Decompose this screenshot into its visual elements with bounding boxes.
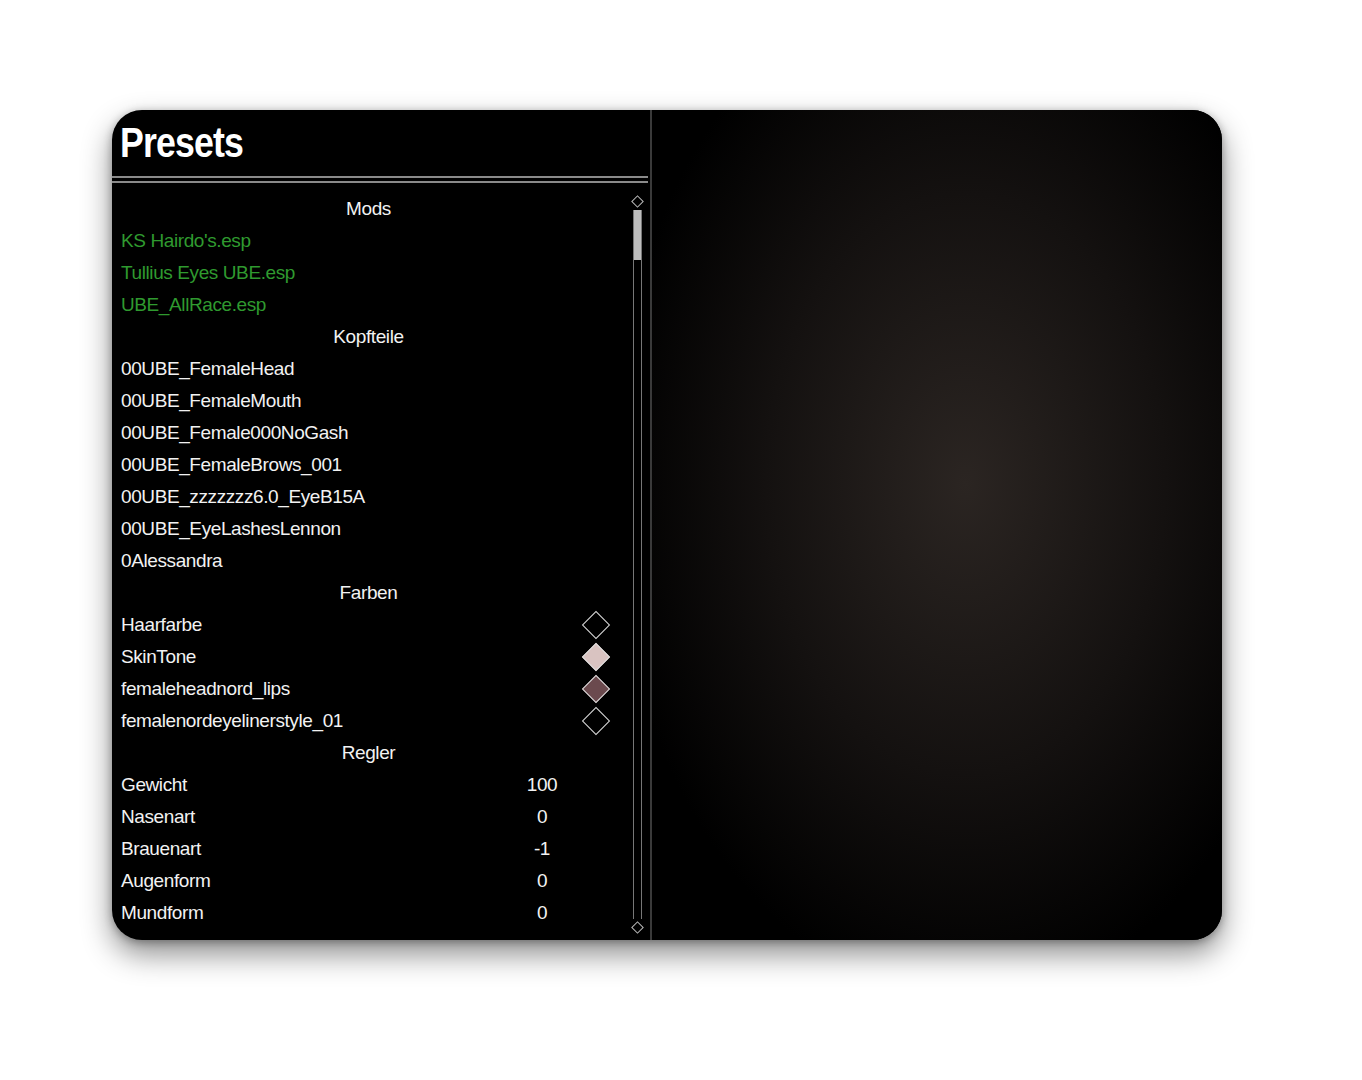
slider-label: Augenform <box>121 870 512 892</box>
section-header: Farben <box>121 577 626 609</box>
color-swatch[interactable] <box>582 611 610 639</box>
color-row[interactable]: Haarfarbe <box>121 609 626 641</box>
color-row[interactable]: femaleheadnord_lips <box>121 673 626 705</box>
section-title: Regler <box>342 742 396 764</box>
scrollbar[interactable] <box>630 193 644 940</box>
mod-row[interactable]: Tullius Eyes UBE.esp <box>121 257 626 289</box>
section-title: Kopfteile <box>333 326 403 348</box>
color-label: femalenordeyelinerstyle_01 <box>121 710 586 732</box>
color-row[interactable]: SkinTone <box>121 641 626 673</box>
slider-row[interactable]: Augenform0 <box>121 865 626 897</box>
slider-label: Mundform <box>121 902 512 924</box>
slider-value: 0 <box>512 806 572 828</box>
part-label: 00UBE_FemaleBrows_001 <box>121 454 626 476</box>
color-label: SkinTone <box>121 646 586 668</box>
color-swatch[interactable] <box>582 643 610 671</box>
color-label: Haarfarbe <box>121 614 586 636</box>
slider-label: Nasenart <box>121 806 512 828</box>
header: Presets <box>112 110 650 176</box>
header-rule <box>112 181 648 183</box>
color-swatch[interactable] <box>582 675 610 703</box>
part-row[interactable]: 00UBE_FemaleMouth <box>121 385 626 417</box>
part-row[interactable]: 00UBE_FemaleBrows_001 <box>121 449 626 481</box>
part-label: 0Alessandra <box>121 550 626 572</box>
part-label: 00UBE_FemaleHead <box>121 358 626 380</box>
slider-value: 100 <box>512 774 572 796</box>
slider-row[interactable]: Mundform0 <box>121 897 626 929</box>
presets-panel: Presets Mods KS Hairdo's.esp Tullius Eyes … <box>112 110 652 940</box>
color-label: femaleheadnord_lips <box>121 678 586 700</box>
slider-row[interactable]: Brauenart-1 <box>121 833 626 865</box>
character-preview[interactable] <box>652 110 1222 940</box>
slider-label: Brauenart <box>121 838 512 860</box>
part-label: 00UBE_zzzzzzz6.0_EyeB15A <box>121 486 626 508</box>
part-row[interactable]: 00UBE_Female000NoGash <box>121 417 626 449</box>
slider-value: 0 <box>512 902 572 924</box>
color-swatch[interactable] <box>582 707 610 735</box>
mod-label: UBE_AllRace.esp <box>121 294 626 316</box>
section-title: Mods <box>346 198 391 220</box>
racemenu-panel: Presets Mods KS Hairdo's.esp Tullius Eyes … <box>112 110 1222 940</box>
list-area: Mods KS Hairdo's.esp Tullius Eyes UBE.esp U… <box>112 183 650 940</box>
part-row[interactable]: 00UBE_EyeLashesLennon <box>121 513 626 545</box>
scroll-up-icon[interactable] <box>631 195 644 208</box>
section-header: Regler <box>121 737 626 769</box>
scroll-thumb[interactable] <box>634 210 641 260</box>
part-row[interactable]: 00UBE_FemaleHead <box>121 353 626 385</box>
slider-label: Gewicht <box>121 774 512 796</box>
part-row[interactable]: 00UBE_zzzzzzz6.0_EyeB15A <box>121 481 626 513</box>
mod-row[interactable]: UBE_AllRace.esp <box>121 289 626 321</box>
panel-title: Presets <box>120 114 243 172</box>
part-label: 00UBE_EyeLashesLennon <box>121 518 626 540</box>
slider-value: -1 <box>512 838 572 860</box>
mod-label: Tullius Eyes UBE.esp <box>121 262 626 284</box>
header-rule <box>112 176 648 178</box>
section-title: Farben <box>340 582 398 604</box>
section-header: Mods <box>121 193 626 225</box>
scroll-track[interactable] <box>633 210 642 919</box>
slider-value: 0 <box>512 870 572 892</box>
mod-row[interactable]: KS Hairdo's.esp <box>121 225 626 257</box>
part-label: 00UBE_FemaleMouth <box>121 390 626 412</box>
scroll-down-icon[interactable] <box>631 921 644 934</box>
part-row[interactable]: 0Alessandra <box>121 545 626 577</box>
slider-row[interactable]: Nasenart0 <box>121 801 626 833</box>
section-header: Kopfteile <box>121 321 626 353</box>
preset-list: Mods KS Hairdo's.esp Tullius Eyes UBE.esp U… <box>112 193 626 940</box>
part-label: 00UBE_Female000NoGash <box>121 422 626 444</box>
slider-row[interactable]: Gewicht100 <box>121 769 626 801</box>
color-row[interactable]: femalenordeyelinerstyle_01 <box>121 705 626 737</box>
mod-label: KS Hairdo's.esp <box>121 230 626 252</box>
